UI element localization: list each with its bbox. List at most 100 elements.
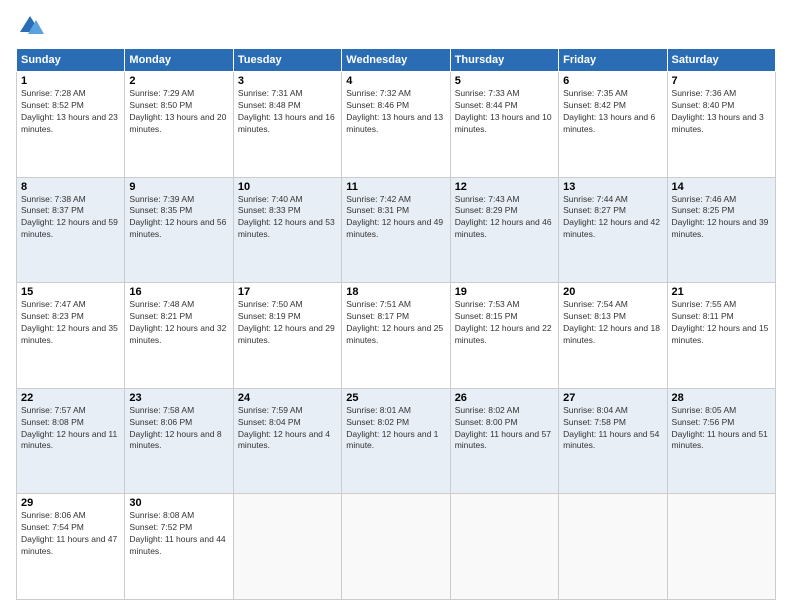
day-number: 11 xyxy=(346,181,445,193)
day-info: Sunrise: 7:53 AM Sunset: 8:15 PM Dayligh… xyxy=(455,299,554,347)
day-info: Sunrise: 7:50 AM Sunset: 8:19 PM Dayligh… xyxy=(238,299,337,347)
day-info: Sunrise: 7:28 AM Sunset: 8:52 PM Dayligh… xyxy=(21,88,120,136)
calendar-cell: 3 Sunrise: 7:31 AM Sunset: 8:48 PM Dayli… xyxy=(233,72,341,178)
weekday-header-monday: Monday xyxy=(125,49,233,72)
calendar-cell xyxy=(342,494,450,600)
calendar-cell xyxy=(559,494,667,600)
calendar-cell: 14 Sunrise: 7:46 AM Sunset: 8:25 PM Dayl… xyxy=(667,177,775,283)
sunrise-label: Sunrise: 7:42 AM xyxy=(346,194,411,204)
daylight-label: Daylight: 12 hours and 49 minutes. xyxy=(346,217,443,239)
day-info: Sunrise: 7:38 AM Sunset: 8:37 PM Dayligh… xyxy=(21,194,120,242)
calendar-cell: 5 Sunrise: 7:33 AM Sunset: 8:44 PM Dayli… xyxy=(450,72,558,178)
sunrise-label: Sunrise: 7:46 AM xyxy=(672,194,737,204)
day-number: 9 xyxy=(129,181,228,193)
daylight-label: Daylight: 13 hours and 10 minutes. xyxy=(455,112,552,134)
sunrise-label: Sunrise: 7:38 AM xyxy=(21,194,86,204)
day-number: 25 xyxy=(346,392,445,404)
day-info: Sunrise: 7:44 AM Sunset: 8:27 PM Dayligh… xyxy=(563,194,662,242)
day-number: 28 xyxy=(672,392,771,404)
sunset-label: Sunset: 8:25 PM xyxy=(672,205,735,215)
day-number: 18 xyxy=(346,286,445,298)
sunrise-label: Sunrise: 7:48 AM xyxy=(129,299,194,309)
sunset-label: Sunset: 8:08 PM xyxy=(21,417,84,427)
daylight-label: Daylight: 12 hours and 56 minutes. xyxy=(129,217,226,239)
daylight-label: Daylight: 12 hours and 46 minutes. xyxy=(455,217,552,239)
logo xyxy=(16,12,48,40)
sunrise-label: Sunrise: 8:05 AM xyxy=(672,405,737,415)
day-info: Sunrise: 7:47 AM Sunset: 8:23 PM Dayligh… xyxy=(21,299,120,347)
day-number: 14 xyxy=(672,181,771,193)
day-info: Sunrise: 8:06 AM Sunset: 7:54 PM Dayligh… xyxy=(21,510,120,558)
daylight-label: Daylight: 12 hours and 18 minutes. xyxy=(563,323,660,345)
sunrise-label: Sunrise: 7:59 AM xyxy=(238,405,303,415)
daylight-label: Daylight: 12 hours and 1 minute. xyxy=(346,429,438,451)
day-number: 20 xyxy=(563,286,662,298)
sunset-label: Sunset: 8:17 PM xyxy=(346,311,409,321)
daylight-label: Daylight: 13 hours and 13 minutes. xyxy=(346,112,443,134)
weekday-header-sunday: Sunday xyxy=(17,49,125,72)
sunset-label: Sunset: 8:44 PM xyxy=(455,100,518,110)
weekday-header-saturday: Saturday xyxy=(667,49,775,72)
sunset-label: Sunset: 8:50 PM xyxy=(129,100,192,110)
sunrise-label: Sunrise: 7:33 AM xyxy=(455,88,520,98)
day-info: Sunrise: 7:36 AM Sunset: 8:40 PM Dayligh… xyxy=(672,88,771,136)
sunrise-label: Sunrise: 7:50 AM xyxy=(238,299,303,309)
day-number: 15 xyxy=(21,286,120,298)
day-info: Sunrise: 8:02 AM Sunset: 8:00 PM Dayligh… xyxy=(455,405,554,453)
sunset-label: Sunset: 8:29 PM xyxy=(455,205,518,215)
calendar-cell: 21 Sunrise: 7:55 AM Sunset: 8:11 PM Dayl… xyxy=(667,283,775,389)
day-info: Sunrise: 7:29 AM Sunset: 8:50 PM Dayligh… xyxy=(129,88,228,136)
calendar-cell: 19 Sunrise: 7:53 AM Sunset: 8:15 PM Dayl… xyxy=(450,283,558,389)
calendar-cell: 24 Sunrise: 7:59 AM Sunset: 8:04 PM Dayl… xyxy=(233,388,341,494)
sunrise-label: Sunrise: 7:57 AM xyxy=(21,405,86,415)
weekday-header-wednesday: Wednesday xyxy=(342,49,450,72)
daylight-label: Daylight: 12 hours and 22 minutes. xyxy=(455,323,552,345)
sunset-label: Sunset: 8:27 PM xyxy=(563,205,626,215)
day-info: Sunrise: 7:40 AM Sunset: 8:33 PM Dayligh… xyxy=(238,194,337,242)
day-number: 12 xyxy=(455,181,554,193)
sunset-label: Sunset: 8:46 PM xyxy=(346,100,409,110)
sunset-label: Sunset: 7:58 PM xyxy=(563,417,626,427)
day-info: Sunrise: 8:01 AM Sunset: 8:02 PM Dayligh… xyxy=(346,405,445,453)
sunrise-label: Sunrise: 7:29 AM xyxy=(129,88,194,98)
sunrise-label: Sunrise: 7:54 AM xyxy=(563,299,628,309)
day-number: 4 xyxy=(346,75,445,87)
calendar-cell: 26 Sunrise: 8:02 AM Sunset: 8:00 PM Dayl… xyxy=(450,388,558,494)
calendar-week-2: 8 Sunrise: 7:38 AM Sunset: 8:37 PM Dayli… xyxy=(17,177,776,283)
daylight-label: Daylight: 12 hours and 8 minutes. xyxy=(129,429,221,451)
calendar-cell: 2 Sunrise: 7:29 AM Sunset: 8:50 PM Dayli… xyxy=(125,72,233,178)
day-info: Sunrise: 7:35 AM Sunset: 8:42 PM Dayligh… xyxy=(563,88,662,136)
calendar-cell: 10 Sunrise: 7:40 AM Sunset: 8:33 PM Dayl… xyxy=(233,177,341,283)
sunset-label: Sunset: 8:13 PM xyxy=(563,311,626,321)
day-number: 24 xyxy=(238,392,337,404)
day-info: Sunrise: 7:57 AM Sunset: 8:08 PM Dayligh… xyxy=(21,405,120,453)
calendar-cell: 15 Sunrise: 7:47 AM Sunset: 8:23 PM Dayl… xyxy=(17,283,125,389)
day-number: 19 xyxy=(455,286,554,298)
day-number: 7 xyxy=(672,75,771,87)
sunset-label: Sunset: 8:02 PM xyxy=(346,417,409,427)
sunset-label: Sunset: 8:35 PM xyxy=(129,205,192,215)
day-number: 27 xyxy=(563,392,662,404)
day-number: 23 xyxy=(129,392,228,404)
calendar-cell: 29 Sunrise: 8:06 AM Sunset: 7:54 PM Dayl… xyxy=(17,494,125,600)
day-number: 17 xyxy=(238,286,337,298)
day-info: Sunrise: 7:51 AM Sunset: 8:17 PM Dayligh… xyxy=(346,299,445,347)
sunrise-label: Sunrise: 7:43 AM xyxy=(455,194,520,204)
calendar-cell: 20 Sunrise: 7:54 AM Sunset: 8:13 PM Dayl… xyxy=(559,283,667,389)
calendar: SundayMondayTuesdayWednesdayThursdayFrid… xyxy=(16,48,776,600)
sunrise-label: Sunrise: 7:55 AM xyxy=(672,299,737,309)
sunset-label: Sunset: 8:11 PM xyxy=(672,311,734,321)
sunset-label: Sunset: 8:37 PM xyxy=(21,205,84,215)
daylight-label: Daylight: 12 hours and 4 minutes. xyxy=(238,429,330,451)
day-number: 5 xyxy=(455,75,554,87)
calendar-cell: 8 Sunrise: 7:38 AM Sunset: 8:37 PM Dayli… xyxy=(17,177,125,283)
calendar-cell: 23 Sunrise: 7:58 AM Sunset: 8:06 PM Dayl… xyxy=(125,388,233,494)
sunset-label: Sunset: 8:48 PM xyxy=(238,100,301,110)
sunset-label: Sunset: 8:23 PM xyxy=(21,311,84,321)
day-info: Sunrise: 7:46 AM Sunset: 8:25 PM Dayligh… xyxy=(672,194,771,242)
weekday-header-thursday: Thursday xyxy=(450,49,558,72)
sunset-label: Sunset: 8:06 PM xyxy=(129,417,192,427)
day-info: Sunrise: 7:59 AM Sunset: 8:04 PM Dayligh… xyxy=(238,405,337,453)
day-info: Sunrise: 7:43 AM Sunset: 8:29 PM Dayligh… xyxy=(455,194,554,242)
calendar-cell: 17 Sunrise: 7:50 AM Sunset: 8:19 PM Dayl… xyxy=(233,283,341,389)
